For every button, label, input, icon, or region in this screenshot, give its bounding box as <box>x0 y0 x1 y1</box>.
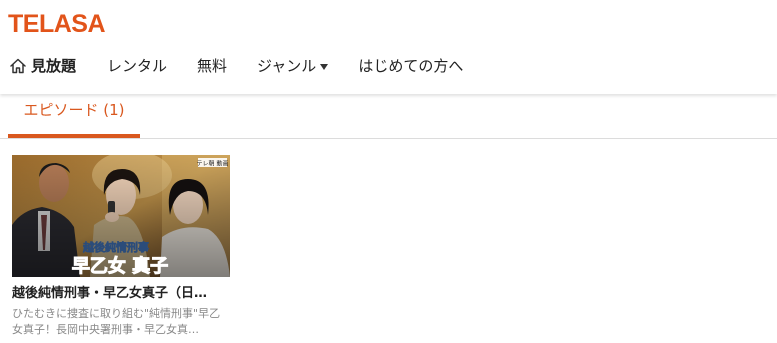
nav-item-free[interactable]: 無料 <box>197 51 227 81</box>
nav-item-beginners[interactable]: はじめての方へ <box>358 51 463 81</box>
tab-bar: エピソード (1) <box>0 94 777 139</box>
nav-item-label: 見放題 <box>31 57 77 75</box>
nav-item-rental[interactable]: レンタル <box>107 51 167 81</box>
thumbnail-title: 早乙女 真子 <box>72 255 168 277</box>
telasa-logo[interactable]: TELASA <box>8 9 106 39</box>
episode-thumbnail[interactable]: テレ朝 動画 越後純情刑事 早乙女 真子 <box>12 155 230 277</box>
nav-item-mihodai[interactable]: 見放題 <box>9 51 76 81</box>
tab-label: エピソード (1) <box>23 101 125 119</box>
nav-item-label: レンタル <box>107 57 168 75</box>
episode-card[interactable]: テレ朝 動画 越後純情刑事 早乙女 真子 越後純情刑事・早乙女真子（日… ひたむ… <box>12 155 230 338</box>
episode-title[interactable]: 越後純情刑事・早乙女真子（日… <box>12 285 230 302</box>
logo-text: TELASA <box>8 10 106 38</box>
thumbnail-badge: テレ朝 動画 <box>197 160 229 168</box>
home-icon <box>10 58 26 74</box>
active-tab-indicator <box>8 134 140 138</box>
main-nav: 見放題 レンタル 無料 ジャンル はじめての方へ <box>0 50 463 82</box>
caret-down-icon <box>320 64 329 70</box>
thumbnail-subtitle: 越後純情刑事 <box>82 240 149 254</box>
episode-description: ひたむきに捜査に取り組む"純情刑事"早乙女真子！長岡中央署刑事・早乙女真… <box>12 307 221 336</box>
nav-item-label: ジャンル <box>257 57 317 75</box>
nav-item-label: はじめての方へ <box>358 57 464 75</box>
thumbnail-image: テレ朝 動画 越後純情刑事 早乙女 真子 <box>12 155 230 277</box>
tab-episodes[interactable]: エピソード (1) <box>8 94 140 138</box>
site-header: TELASA 見放題 レンタル 無料 ジャンル はじめての方へ <box>0 0 777 94</box>
nav-item-label: 無料 <box>197 57 228 75</box>
nav-item-genre[interactable]: ジャンル <box>257 51 329 81</box>
